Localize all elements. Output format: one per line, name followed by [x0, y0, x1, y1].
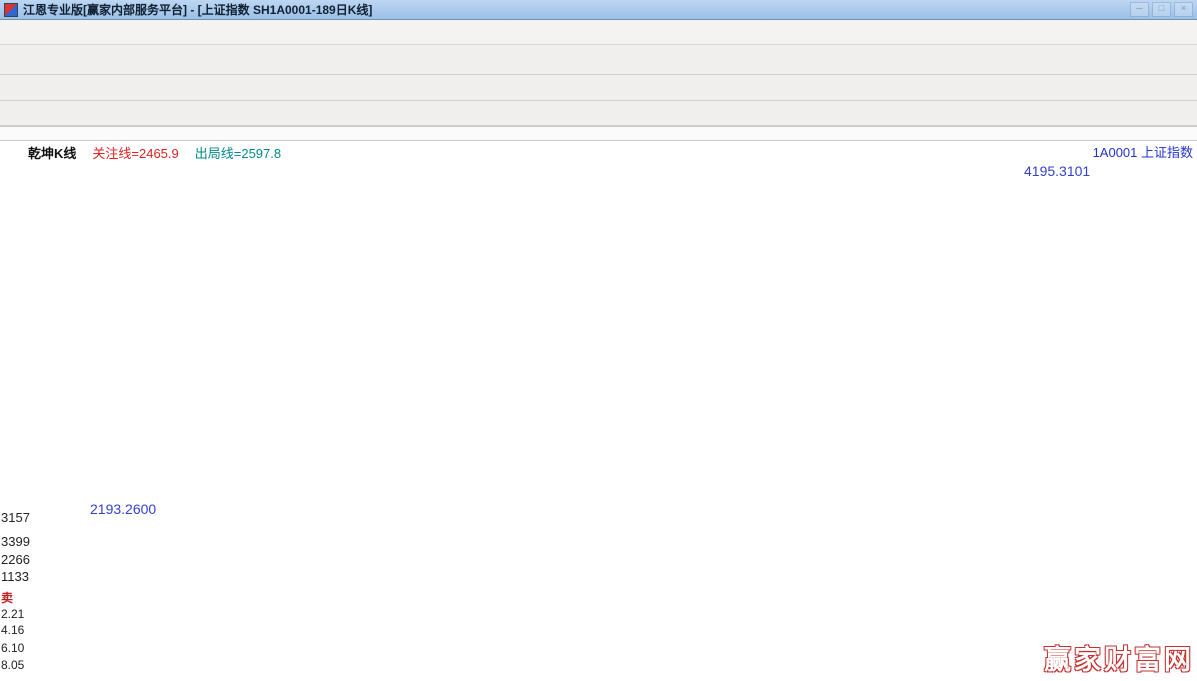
kline-canvas[interactable]: [0, 141, 1197, 681]
price-axis-label: 3157: [1, 510, 30, 525]
indicator-axis-label-2: 4.16: [1, 623, 24, 637]
chart-legend: 乾坤K线 关注线=2465.9 出局线=2597.8: [28, 143, 281, 162]
window-controls: ─ □ ×: [1130, 2, 1193, 17]
menubar: [0, 20, 1197, 45]
app-window: 江恩专业版[赢家内部服务平台] - [上证指数 SH1A0001-189日K线]…: [0, 0, 1197, 681]
toolbar-main: [0, 45, 1197, 75]
volume-axis-label-3: 1133: [1, 569, 29, 584]
maximize-button[interactable]: □: [1152, 2, 1171, 17]
indicator-axis-label-3: 6.10: [1, 641, 24, 655]
date-axis: [0, 126, 1197, 141]
titlebar: 江恩专业版[赢家内部服务平台] - [上证指数 SH1A0001-189日K线]…: [0, 0, 1197, 20]
exit-line-label: 出局线=2597.8: [195, 143, 281, 162]
window-title: 江恩专业版[赢家内部服务平台] - [上证指数 SH1A0001-189日K线]: [23, 1, 372, 18]
app-logo-icon: [4, 3, 18, 17]
chart-area: 乾坤K线 关注线=2465.9 出局线=2597.8 1A0001 上证指数 4…: [0, 141, 1197, 681]
minimize-button[interactable]: ─: [1130, 2, 1149, 17]
indicator-axis-label-4: 8.05: [1, 658, 24, 672]
toolbar-draw: [0, 101, 1197, 126]
peak-price-annotation: 4195.3101: [1024, 163, 1090, 179]
volume-axis-label-2: 2266: [1, 552, 30, 567]
indicator-name-label: 乾坤K线: [28, 143, 76, 162]
panel-sell-label: 卖: [1, 589, 13, 606]
watermark: 赢家财富网: [1044, 638, 1194, 677]
instrument-code-label: 1A0001 上证指数: [1093, 142, 1193, 161]
toolbar-icons: [0, 75, 1197, 101]
indicator-axis-label-1: 2.21: [1, 607, 24, 621]
attention-line-label: 关注线=2465.9: [92, 143, 178, 162]
low-price-annotation: 2193.2600: [90, 501, 156, 517]
volume-axis-label-1: 3399: [1, 534, 30, 549]
close-button[interactable]: ×: [1174, 2, 1193, 17]
